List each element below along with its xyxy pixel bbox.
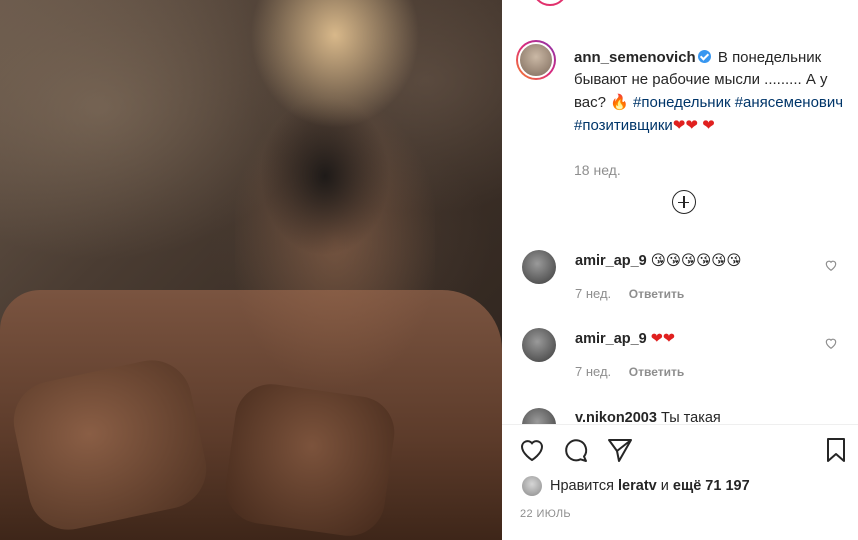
caption-avatar[interactable] <box>516 40 556 80</box>
header-avatar[interactable] <box>532 0 568 6</box>
fire-emoji: 🔥 <box>610 93 629 111</box>
comment-username[interactable]: amir_ap_9 <box>575 253 647 269</box>
comment-like-icon[interactable] <box>824 336 838 350</box>
comment-time[interactable]: 7 нед. <box>575 364 611 379</box>
hashtag-link[interactable]: #анясеменович <box>735 94 843 111</box>
likes-joiner: и <box>660 478 669 494</box>
likes-summary: Нравится leratv и ещё 71 197 <box>522 476 852 498</box>
heart-emoji: ❤ <box>702 116 715 134</box>
reply-button[interactable]: Ответить <box>629 365 684 379</box>
save-icon[interactable] <box>822 436 850 464</box>
comment-text: amir_ap_9 😘😘😘😘😘😘 <box>575 251 741 271</box>
likes-text: Нравится leratv и ещё 71 197 <box>550 478 750 494</box>
action-bar <box>518 436 850 466</box>
comment-meta: 7 нед. Ответить <box>575 364 684 379</box>
comment-text: v.nikon2003 Ты такая <box>575 408 721 424</box>
post-photo[interactable] <box>0 0 502 540</box>
comment-icon[interactable] <box>562 436 590 464</box>
comment-avatar[interactable] <box>522 328 556 362</box>
comment-body: 😘😘😘😘😘😘 <box>650 253 742 269</box>
caption-text: ann_semenovich В понедельник бывают не р… <box>574 47 848 137</box>
reply-button[interactable]: Ответить <box>629 287 684 301</box>
add-comments-icon[interactable] <box>672 190 696 214</box>
liker-avatar[interactable] <box>522 476 542 496</box>
section-divider <box>502 424 858 425</box>
photo-figure <box>235 0 435 440</box>
comment-text: amir_ap_9 ❤❤ <box>575 329 675 349</box>
comment-body: ❤❤ <box>650 331 676 347</box>
liker-username[interactable]: leratv <box>618 478 657 494</box>
hashtag-link[interactable]: #позитивщики <box>574 117 673 134</box>
comment-like-icon[interactable] <box>824 258 838 272</box>
comment-username[interactable]: v.nikon2003 <box>575 410 657 424</box>
comment-avatar[interactable] <box>522 408 556 424</box>
hashtag-link[interactable]: #понедельник <box>633 94 731 111</box>
like-icon[interactable] <box>518 436 546 464</box>
post-date[interactable]: 22 ИЮЛЬ <box>520 508 571 520</box>
caption-username[interactable]: ann_semenovich <box>574 49 696 66</box>
comment-meta: 7 нед. Ответить <box>575 286 684 301</box>
comment-item: v.nikon2003 Ты такая <box>522 408 852 424</box>
likes-count[interactable]: ещё 71 197 <box>673 478 750 494</box>
share-icon[interactable] <box>606 436 634 464</box>
caption-time[interactable]: 18 нед. <box>574 162 621 178</box>
comment-time[interactable]: 7 нед. <box>575 286 611 301</box>
likes-prefix: Нравится <box>550 478 614 494</box>
comment-body: Ты такая <box>660 410 721 424</box>
heart-emoji: ❤❤ <box>672 116 698 134</box>
comment-avatar[interactable] <box>522 250 556 284</box>
comment-username[interactable]: amir_ap_9 <box>575 331 647 347</box>
verified-badge-icon <box>697 50 711 63</box>
